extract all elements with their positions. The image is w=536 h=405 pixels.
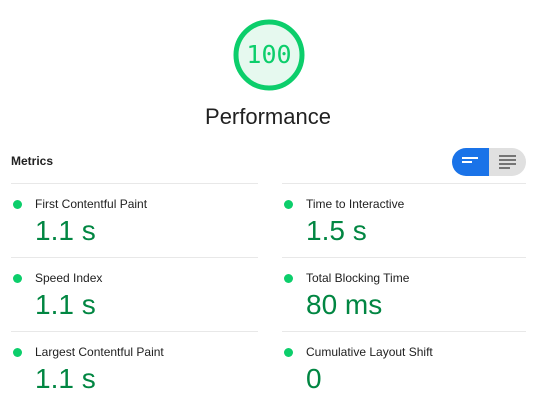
metric-value: 1.1 s bbox=[35, 363, 96, 394]
metric-speed-index: Speed Index 1.1 s bbox=[11, 257, 258, 331]
metric-value: 1.5 s bbox=[306, 215, 367, 246]
metrics-header: Metrics bbox=[11, 154, 54, 168]
performance-gauge: 100 bbox=[233, 19, 305, 91]
lines-short-icon bbox=[462, 157, 478, 163]
metric-value: 80 ms bbox=[306, 289, 383, 320]
pass-status-icon bbox=[13, 348, 22, 357]
metric-title: Speed Index bbox=[35, 271, 103, 285]
gauge-score: 100 bbox=[246, 40, 292, 69]
metric-value: 0 bbox=[306, 363, 322, 394]
metric-time-to-interactive: Time to Interactive 1.5 s bbox=[282, 183, 526, 257]
lines-long-icon bbox=[499, 155, 516, 169]
metric-title: Largest Contentful Paint bbox=[35, 345, 164, 359]
pass-status-icon bbox=[13, 200, 22, 209]
metric-largest-contentful-paint: Largest Contentful Paint 1.1 s bbox=[11, 331, 258, 405]
metric-total-blocking-time: Total Blocking Time 80 ms bbox=[282, 257, 526, 331]
metrics-view-toggle bbox=[452, 148, 526, 176]
metrics-column-right: Time to Interactive 1.5 s Total Blocking… bbox=[282, 183, 526, 405]
metric-title: First Contentful Paint bbox=[35, 197, 148, 211]
metrics-column-left: First Contentful Paint 1.1 s Speed Index… bbox=[11, 183, 258, 405]
metric-title: Cumulative Layout Shift bbox=[306, 345, 433, 359]
metric-title: Total Blocking Time bbox=[306, 271, 410, 285]
metric-value: 1.1 s bbox=[35, 289, 96, 320]
expanded-view-button[interactable] bbox=[489, 148, 526, 176]
pass-status-icon bbox=[284, 274, 293, 283]
category-title: Performance bbox=[205, 104, 331, 129]
metric-title: Time to Interactive bbox=[306, 197, 405, 211]
metric-first-contentful-paint: First Contentful Paint 1.1 s bbox=[11, 183, 258, 257]
collapsed-view-button[interactable] bbox=[452, 148, 489, 176]
metric-value: 1.1 s bbox=[35, 215, 96, 246]
metric-cumulative-layout-shift: Cumulative Layout Shift 0 bbox=[282, 331, 526, 405]
pass-status-icon bbox=[284, 348, 293, 357]
pass-status-icon bbox=[284, 200, 293, 209]
pass-status-icon bbox=[13, 274, 22, 283]
